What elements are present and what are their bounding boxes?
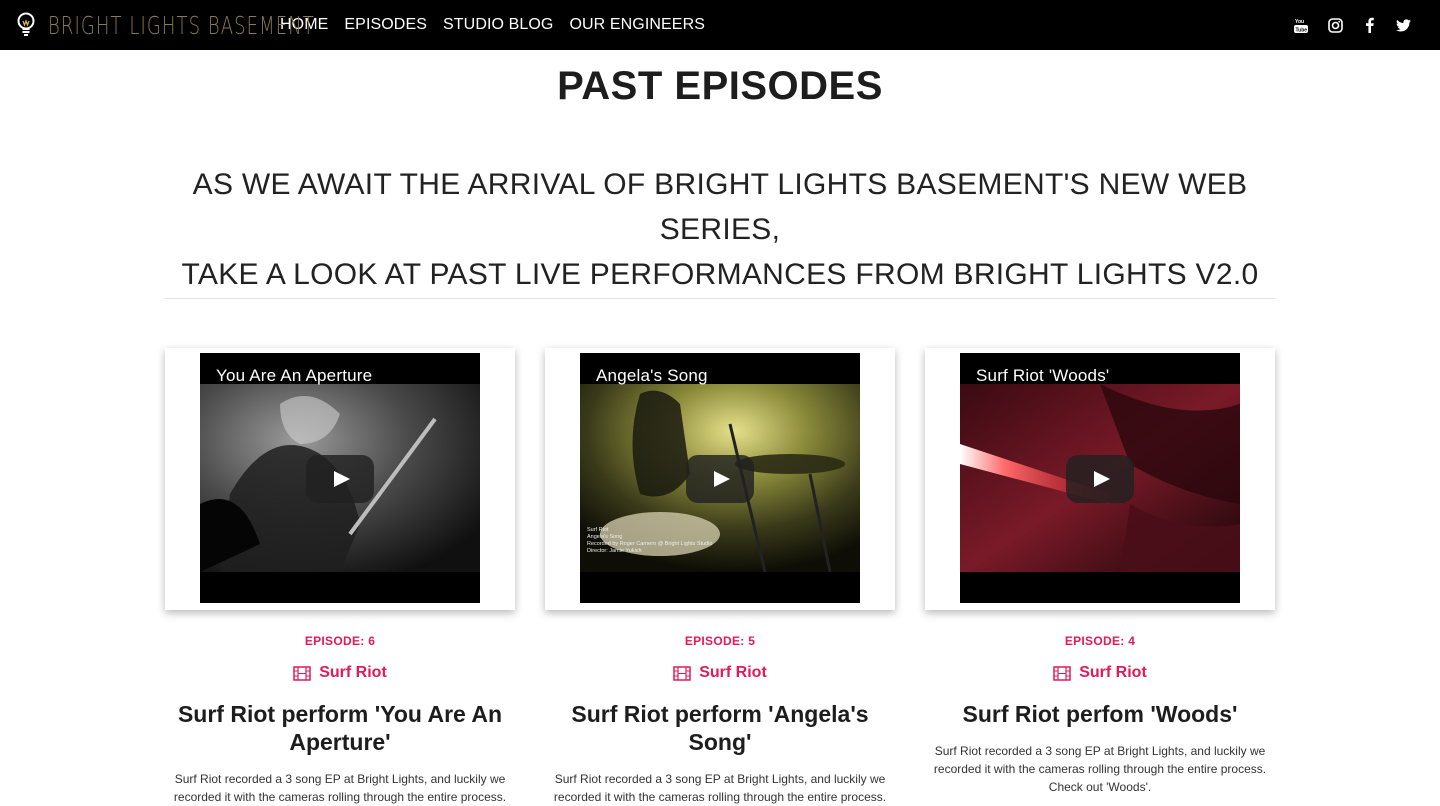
- video-player[interactable]: Angela's Song Surf Riot Angela's Song Re…: [580, 353, 860, 603]
- episode-title: Surf Riot perfom 'Woods': [962, 701, 1238, 727]
- band-link[interactable]: Surf Riot: [545, 664, 895, 682]
- section-divider: [165, 298, 1275, 299]
- main-nav: HOME EPISODES STUDIO BLOG OUR ENGINEERS: [280, 16, 721, 34]
- video-credits: Surf Riot Angela's Song Recorded by Roge…: [587, 527, 712, 555]
- svg-text:You: You: [1295, 19, 1304, 25]
- band-link[interactable]: Surf Riot: [925, 664, 1275, 682]
- episode-description: Surf Riot recorded a 3 song EP at Bright…: [173, 772, 507, 804]
- page-subtitle: AS WE AWAIT THE ARRIVAL OF BRIGHT LIGHTS…: [140, 162, 1300, 297]
- nav-studio-blog[interactable]: STUDIO BLOG: [443, 16, 553, 34]
- credit-line: Director: Jamie Yukich: [587, 548, 642, 554]
- video-frame: You Are An Aperture: [165, 348, 515, 610]
- episode-description: Surf Riot recorded a 3 song EP at Bright…: [553, 772, 887, 804]
- video-title: Surf Riot 'Woods': [976, 366, 1110, 385]
- video-title: Angela's Song: [596, 366, 708, 385]
- video-frame: Surf Riot 'Woods': [925, 348, 1275, 610]
- video-player[interactable]: You Are An Aperture: [200, 353, 480, 603]
- film-icon: [673, 665, 691, 681]
- youtube-icon[interactable]: You Tube: [1284, 0, 1318, 50]
- play-button[interactable]: [1066, 455, 1134, 503]
- video-frame: Angela's Song Surf Riot Angela's Song Re…: [545, 348, 895, 610]
- brand-name: BRIGHT LIGHTS BASEMENT: [48, 10, 315, 40]
- episode-card: Surf Riot 'Woods' EPISODE: 4 Surf Riot S…: [925, 348, 1275, 796]
- episode-number: EPISODE: 5: [684, 634, 756, 648]
- brand-logo-link[interactable]: BRIGHT LIGHTS BASEMENT: [16, 0, 315, 50]
- nav-episodes[interactable]: EPISODES: [344, 16, 427, 34]
- episode-description: Surf Riot recorded a 3 song EP at Bright…: [933, 744, 1267, 794]
- subtitle-line-1: AS WE AWAIT THE ARRIVAL OF BRIGHT LIGHTS…: [192, 168, 1248, 246]
- film-icon: [293, 665, 311, 681]
- episode-title: Surf Riot perform 'Angela's Song': [571, 701, 869, 755]
- episode-number: EPISODE: 6: [304, 634, 376, 648]
- social-links: You Tube: [1284, 0, 1420, 50]
- credit-line: Recorded by Roger Carnero @ Bright Light…: [587, 541, 713, 547]
- episode-title: Surf Riot perform 'You Are An Aperture': [177, 701, 503, 755]
- play-button[interactable]: [306, 455, 374, 503]
- video-title: You Are An Aperture: [216, 366, 373, 385]
- film-icon: [1053, 665, 1071, 681]
- band-name: Surf Riot: [699, 664, 767, 681]
- facebook-icon[interactable]: [1352, 0, 1386, 50]
- band-name: Surf Riot: [1079, 664, 1147, 681]
- instagram-icon[interactable]: [1318, 0, 1352, 50]
- top-navbar: BRIGHT LIGHTS BASEMENT HOME EPISODES STU…: [0, 0, 1440, 50]
- episode-card: You Are An Aperture EPISODE: 6 Surf Riot…: [165, 348, 515, 806]
- band-link[interactable]: Surf Riot: [165, 664, 515, 682]
- page-title: PAST EPISODES: [557, 64, 883, 108]
- episode-card: Angela's Song Surf Riot Angela's Song Re…: [545, 348, 895, 806]
- nav-our-engineers[interactable]: OUR ENGINEERS: [569, 16, 705, 34]
- twitter-icon[interactable]: [1386, 0, 1420, 50]
- episode-number: EPISODE: 4: [1064, 634, 1136, 648]
- play-button[interactable]: [686, 455, 754, 503]
- credit-line: Angela's Song: [587, 534, 623, 540]
- subtitle-line-2: TAKE A LOOK AT PAST LIVE PERFORMANCES FR…: [181, 258, 1259, 291]
- video-player[interactable]: Surf Riot 'Woods': [960, 353, 1240, 603]
- band-name: Surf Riot: [319, 664, 387, 681]
- lightbulb-icon: [17, 12, 35, 36]
- credit-line: Surf Riot: [587, 527, 609, 533]
- svg-text:Tube: Tube: [1296, 28, 1308, 34]
